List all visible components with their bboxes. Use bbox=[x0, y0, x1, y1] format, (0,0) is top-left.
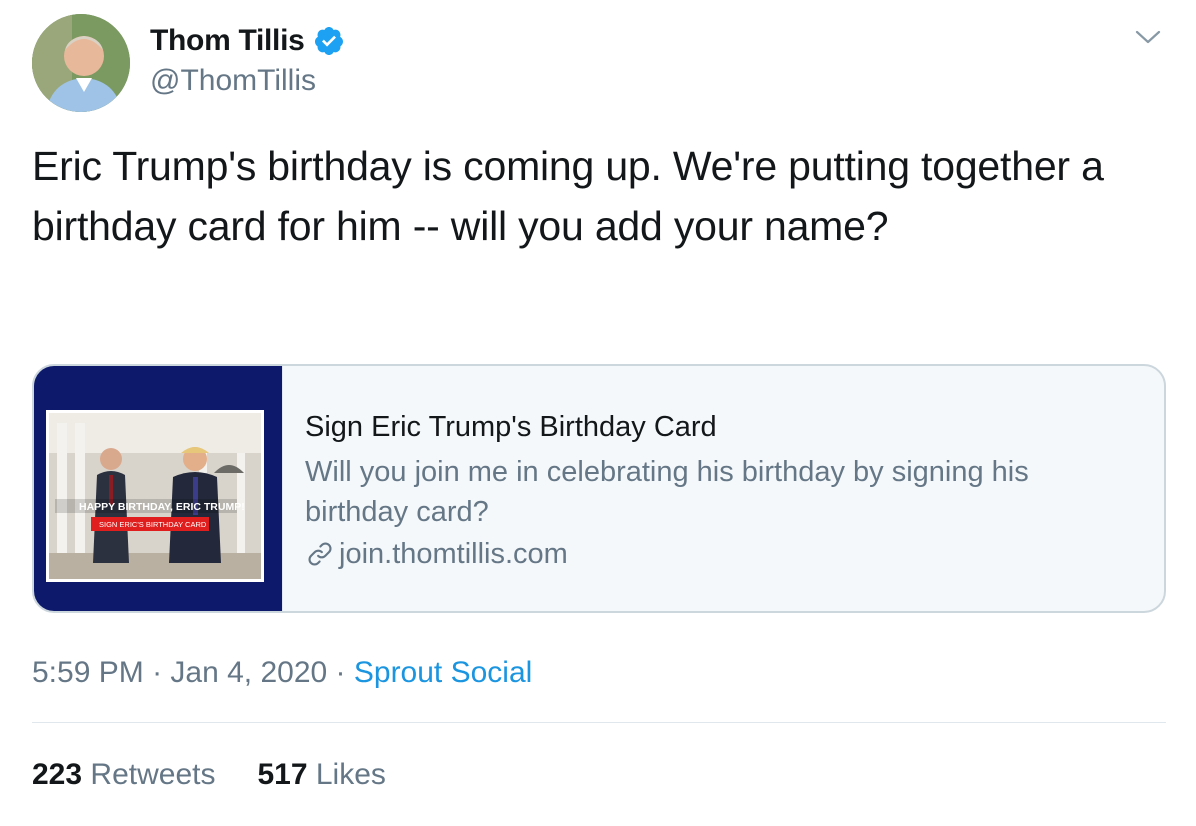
link-icon bbox=[305, 539, 335, 569]
card-description: Will you join me in celebrating his birt… bbox=[305, 456, 1029, 528]
retweets-stat[interactable]: 223 Retweets bbox=[32, 758, 215, 792]
avatar[interactable] bbox=[32, 14, 130, 112]
tweet-date[interactable]: Jan 4, 2020 bbox=[170, 656, 327, 689]
author-name-row[interactable]: Thom Tillis bbox=[150, 24, 345, 58]
thumb-banner-text: HAPPY BIRTHDAY, ERIC TRUMP! bbox=[79, 501, 245, 513]
verified-badge-icon bbox=[313, 25, 345, 57]
meta-separator: · bbox=[327, 656, 354, 689]
tweet-source-link[interactable]: Sprout Social bbox=[354, 656, 532, 689]
likes-stat[interactable]: 517 Likes bbox=[257, 758, 385, 792]
card-url[interactable]: join.thomtillis.com bbox=[339, 534, 568, 574]
card-title[interactable]: Sign Eric Trump's Birthday Card bbox=[305, 408, 1144, 446]
tweet-stats: 223 Retweets 517 Likes bbox=[32, 758, 386, 792]
divider bbox=[32, 722, 1166, 723]
author-handle[interactable]: @ThomTillis bbox=[150, 64, 316, 98]
retweets-label: Retweets bbox=[90, 758, 216, 791]
card-thumbnail-image: HAPPY BIRTHDAY, ERIC TRUMP! SIGN ERIC'S … bbox=[46, 410, 264, 582]
link-card[interactable]: HAPPY BIRTHDAY, ERIC TRUMP! SIGN ERIC'S … bbox=[32, 364, 1166, 613]
meta-separator: · bbox=[143, 656, 171, 689]
author-display-name[interactable]: Thom Tillis bbox=[150, 24, 305, 58]
likes-count: 517 bbox=[257, 758, 308, 791]
retweets-count: 223 bbox=[32, 758, 83, 791]
chevron-down-icon[interactable] bbox=[1134, 26, 1162, 48]
tweet-meta: 5:59 PM · Jan 4, 2020 · Sprout Social bbox=[32, 656, 532, 690]
tweet: Thom Tillis @ThomTillis Eric Trump's bir… bbox=[0, 0, 1196, 826]
thumb-button-text: SIGN ERIC'S BIRTHDAY CARD bbox=[99, 520, 207, 529]
card-url-row[interactable]: join.thomtillis.com bbox=[305, 534, 1144, 574]
likes-label: Likes bbox=[315, 758, 386, 791]
card-thumbnail: HAPPY BIRTHDAY, ERIC TRUMP! SIGN ERIC'S … bbox=[34, 366, 282, 611]
tweet-text: Eric Trump's birthday is coming up. We'r… bbox=[32, 143, 1104, 249]
tweet-time[interactable]: 5:59 PM bbox=[32, 656, 144, 689]
card-body: Sign Eric Trump's Birthday Card Will you… bbox=[282, 366, 1164, 611]
